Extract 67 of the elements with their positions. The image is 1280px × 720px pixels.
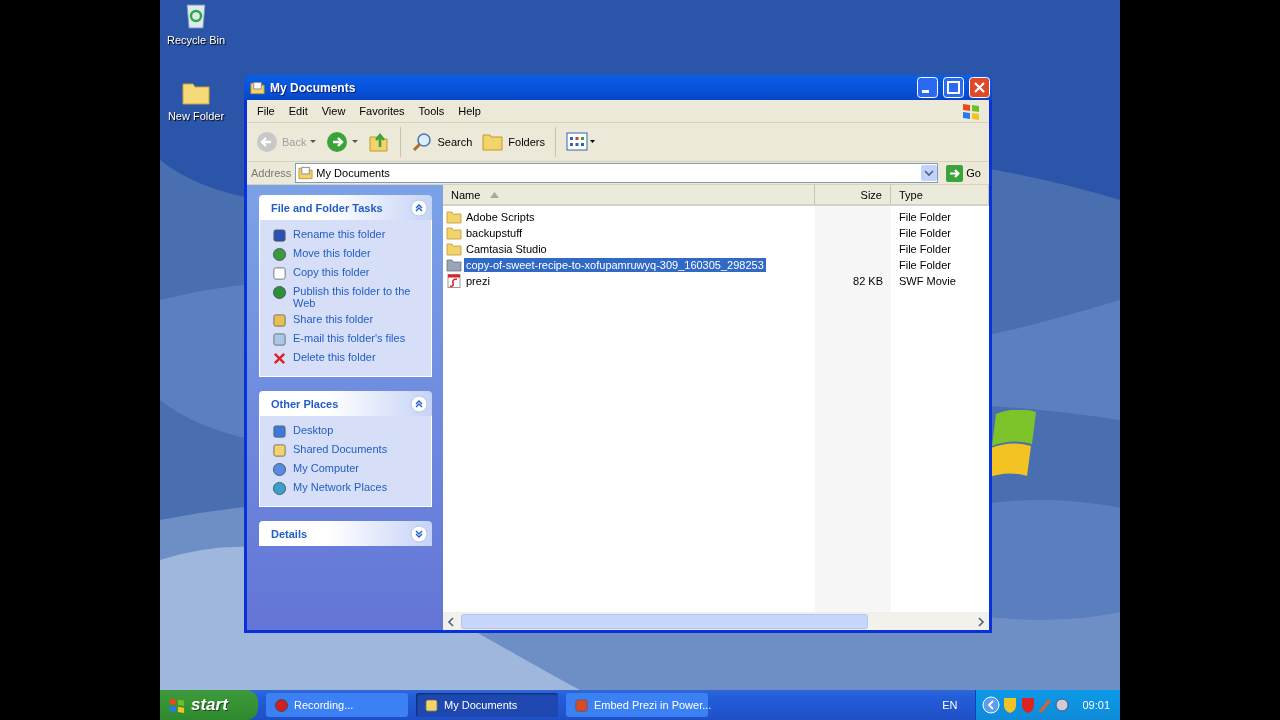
task-link[interactable]: Delete this folder (272, 351, 421, 366)
menu-item[interactable]: Favorites (353, 105, 413, 117)
menu-item[interactable]: Help (452, 105, 489, 117)
caret-icon (310, 140, 317, 144)
menu-item[interactable]: View (315, 105, 354, 117)
documents-icon (250, 80, 265, 95)
page-icon (272, 266, 287, 281)
file-name[interactable]: prezi (464, 274, 492, 288)
menu-item[interactable]: Tools (412, 105, 453, 117)
dropdown-button[interactable] (921, 165, 938, 181)
close-button[interactable] (969, 77, 990, 98)
folders-button[interactable]: Folders (479, 130, 548, 154)
address-field[interactable]: My Documents (295, 163, 939, 183)
minimize-button[interactable] (917, 77, 938, 98)
task-link[interactable]: Rename this folder (272, 228, 421, 243)
horizontal-scrollbar[interactable] (443, 612, 989, 630)
table-cell-text: SWF Movie (898, 275, 957, 287)
record-icon (274, 697, 289, 713)
start-button[interactable]: start (160, 690, 258, 720)
column-header[interactable]: Name (443, 185, 815, 204)
windows-flag-icon (168, 697, 186, 713)
maximize-button[interactable] (943, 77, 964, 98)
address-label: Address (251, 167, 292, 179)
file-name[interactable]: Camtasia Studio (464, 242, 549, 256)
collapse-icon[interactable] (410, 198, 428, 217)
file-name[interactable]: copy-of-sweet-recipe-to-xofupamruwyq-309_160305_298253 (464, 258, 766, 272)
menu-item[interactable]: Edit (282, 105, 316, 117)
file-name[interactable]: backupstuff (464, 226, 525, 240)
task-link[interactable]: Copy this folder (272, 266, 421, 281)
icon-label: Recycle Bin (166, 34, 226, 46)
icon-label: New Folder (167, 110, 225, 122)
table-cell-text: File Folder (898, 227, 952, 239)
panel-title: File and Folder Tasks (271, 201, 383, 214)
task-link[interactable]: Desktop (272, 424, 421, 439)
table-cell-text: File Folder (898, 259, 952, 271)
search-button[interactable]: Search (408, 129, 476, 155)
delete-icon (272, 351, 287, 366)
documents-icon (298, 166, 314, 180)
task-link[interactable]: E-mail this folder's files (272, 332, 421, 347)
language-indicator[interactable]: EN (942, 699, 958, 711)
views-icon (566, 132, 596, 152)
folder-up-icon (368, 131, 391, 153)
go-button[interactable]: Go (942, 164, 985, 182)
taskbar-button[interactable]: My Documents (416, 693, 558, 717)
collapse-icon[interactable] (410, 394, 428, 413)
caret-icon (352, 140, 359, 144)
task-link[interactable]: Publish this folder to the Web (272, 285, 421, 309)
task-link[interactable]: My Network Places (272, 481, 421, 496)
expand-icon[interactable] (410, 524, 428, 543)
task-link[interactable]: Move this folder (272, 247, 421, 262)
task-link[interactable]: My Computer (272, 462, 421, 477)
table-cell-text: 82 KB (852, 275, 884, 287)
table-cell-text: File Folder (898, 211, 952, 223)
menu-item[interactable]: File (251, 105, 283, 117)
panel-title: Other Places (271, 397, 339, 410)
taskbar-button[interactable]: Recording... (266, 693, 408, 717)
task-link[interactable]: Share this folder (272, 313, 421, 328)
window-title: My Documents (270, 80, 357, 95)
flash-file-icon (446, 274, 462, 288)
file-name[interactable]: Adobe Scripts (464, 210, 537, 224)
search-icon (411, 131, 434, 153)
panel-title: Details (271, 527, 308, 540)
column-header[interactable]: Size (815, 185, 891, 204)
column-header[interactable]: Type (891, 185, 989, 204)
task-link[interactable]: Shared Documents (272, 443, 421, 458)
windows-flag-icon (961, 102, 981, 120)
table-cell-text: File Folder (898, 243, 952, 255)
